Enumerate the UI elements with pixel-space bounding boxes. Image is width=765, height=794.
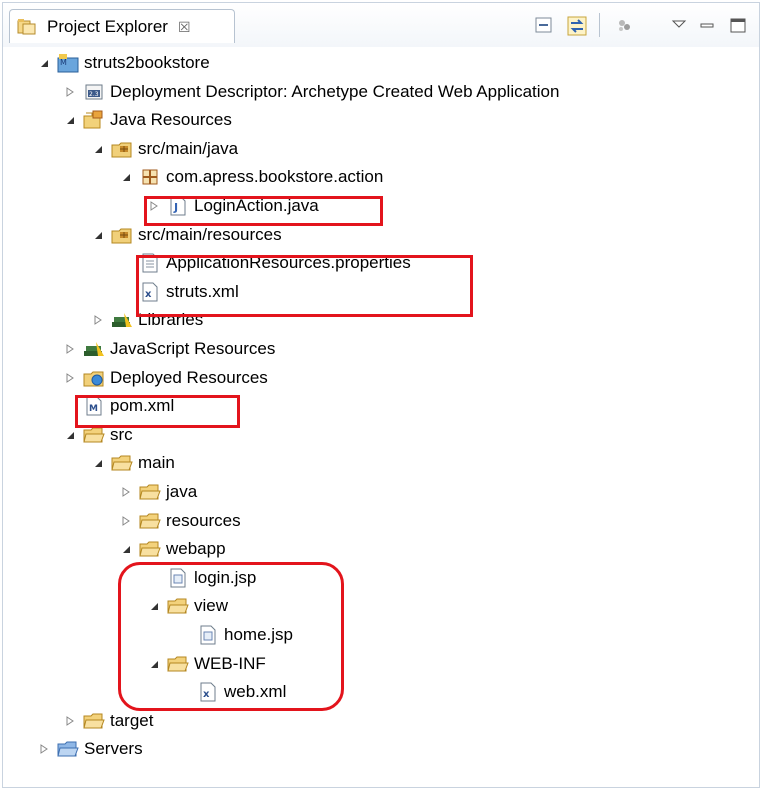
collapse-all-icon[interactable] [534,15,554,35]
expanded-arrow-icon[interactable] [37,56,51,70]
collapsed-arrow-icon[interactable] [119,514,133,528]
tree-item-label: src/main/java [138,138,239,158]
filter-icon[interactable] [614,15,634,35]
highlight-pom [75,395,240,428]
tree-item-label: com.apress.bookstore.action [166,167,384,187]
tree-item[interactable]: Mstruts2bookstore [37,49,210,77]
java-resources-icon [83,110,105,130]
collapsed-arrow-icon[interactable] [63,371,77,385]
tree-item-label: target [110,710,154,730]
expanded-arrow-icon[interactable] [91,456,105,470]
tree-item-label: Servers [84,739,143,759]
tree-item-label: webapp [166,539,226,559]
highlight-resources [136,255,473,317]
source-folder-icon [111,225,133,245]
deployment-descriptor-icon: 2.3 [83,82,105,102]
tree-item[interactable]: main [91,449,175,477]
tree-item-label: Java Resources [110,110,232,130]
view-menu-icon[interactable] [669,15,689,35]
toolbar-separator [599,13,600,37]
close-icon[interactable]: ☒ [178,19,191,36]
folder-icon [139,539,161,559]
view-toolbar: Project Explorer ☒ [3,3,759,47]
tree-item-label: Deployment Descriptor: Archetype Created… [110,81,560,101]
svg-text:2.3: 2.3 [89,91,99,98]
panel-title: Project Explorer [47,16,168,36]
folder-icon [139,482,161,502]
package-icon [139,167,161,187]
folder-icon [139,511,161,531]
tree-item-label: JavaScript Resources [110,339,276,358]
no-arrow [119,256,133,270]
expanded-arrow-icon[interactable] [119,170,133,184]
expanded-arrow-icon[interactable] [63,428,77,442]
no-arrow [119,285,133,299]
source-folder-icon [111,139,133,159]
tree-item-label: Deployed Resources [110,367,268,387]
project-explorer-icon [16,17,38,37]
collapsed-arrow-icon[interactable] [63,85,77,99]
tree-item[interactable]: java [119,478,197,506]
expanded-arrow-icon[interactable] [119,542,133,556]
tree-item[interactable]: com.apress.bookstore.action [119,163,383,191]
highlight-login-action [144,196,383,226]
minimize-icon[interactable] [697,15,717,35]
tree-item[interactable]: resources [119,507,241,535]
tree-item-label: resources [166,510,241,530]
collapsed-arrow-icon[interactable] [63,342,77,356]
tree-item-label: main [138,453,175,473]
expanded-arrow-icon[interactable] [91,142,105,156]
expanded-arrow-icon[interactable] [63,113,77,127]
collapsed-arrow-icon[interactable] [119,485,133,499]
tree-item-label: src/main/resources [138,224,282,244]
collapsed-arrow-icon[interactable] [91,313,105,327]
servers-folder-icon [57,739,79,759]
web-project-icon: M [57,53,79,73]
tree-item-label: java [166,482,198,501]
collapsed-arrow-icon[interactable] [63,714,77,728]
tree-item[interactable]: webapp [119,535,226,563]
tree-item[interactable]: src/main/java [91,135,238,163]
expanded-arrow-icon[interactable] [91,228,105,242]
libraries-icon [111,310,133,330]
tree-item[interactable]: Deployed Resources [63,364,268,392]
tree-item[interactable]: 2.3 Deployment Descriptor: Archetype Crea… [63,78,559,106]
collapsed-arrow-icon[interactable] [37,742,51,756]
maximize-icon[interactable] [728,15,748,35]
link-with-editor-icon[interactable] [566,15,587,36]
tab-project-explorer[interactable]: Project Explorer ☒ [9,9,235,43]
folder-icon [83,711,105,731]
libraries-icon [83,339,105,359]
project-explorer-view: Project Explorer ☒ Mstruts2bookstore 2.3 D… [2,2,760,788]
svg-text:M: M [60,58,67,67]
deployed-resources-icon [83,368,105,388]
tree-item[interactable]: Servers [37,735,143,763]
tree-item-label: struts2bookstore [84,53,210,72]
tree-item[interactable]: JavaScript Resources [63,335,275,363]
highlight-webapp-files [118,562,344,711]
folder-icon [111,453,133,473]
tree-item[interactable]: Java Resources [63,106,232,134]
